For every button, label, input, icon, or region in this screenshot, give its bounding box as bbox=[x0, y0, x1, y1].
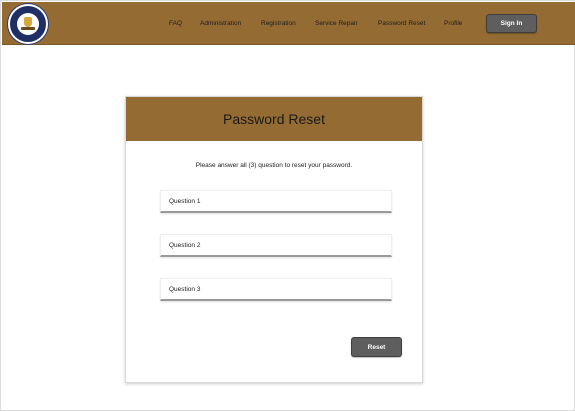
question-3-label: Question 3 bbox=[169, 285, 201, 293]
nav-password-reset[interactable]: Password Reset bbox=[378, 2, 425, 45]
top-navbar: FAQ Administration Registration Service … bbox=[2, 2, 575, 45]
nav-profile[interactable]: Profile bbox=[444, 2, 462, 45]
question-1-field[interactable]: Question 1 bbox=[160, 190, 392, 213]
nav-service-repair[interactable]: Service Repair bbox=[315, 2, 358, 45]
reset-button[interactable]: Reset bbox=[351, 337, 402, 357]
question-2-label: Question 2 bbox=[169, 241, 201, 249]
logo-seal-icon[interactable] bbox=[8, 4, 48, 44]
question-3-field[interactable]: Question 3 bbox=[160, 278, 392, 301]
nav-registration[interactable]: Registration bbox=[261, 2, 296, 45]
card-title: Password Reset bbox=[223, 111, 325, 127]
nav-faq[interactable]: FAQ bbox=[169, 2, 182, 45]
instruction-text: Please answer all (3) question to reset … bbox=[195, 162, 353, 169]
page-frame: FAQ Administration Registration Service … bbox=[0, 0, 575, 411]
logo-emblem bbox=[17, 13, 39, 35]
question-1-label: Question 1 bbox=[169, 197, 201, 205]
question-2-field[interactable]: Question 2 bbox=[160, 234, 392, 257]
nav-administration[interactable]: Administration bbox=[200, 2, 241, 45]
card-header: Password Reset bbox=[126, 97, 422, 141]
sign-in-button[interactable]: Sign In bbox=[486, 14, 537, 33]
password-reset-card: Password Reset Please answer all (3) que… bbox=[125, 96, 423, 383]
